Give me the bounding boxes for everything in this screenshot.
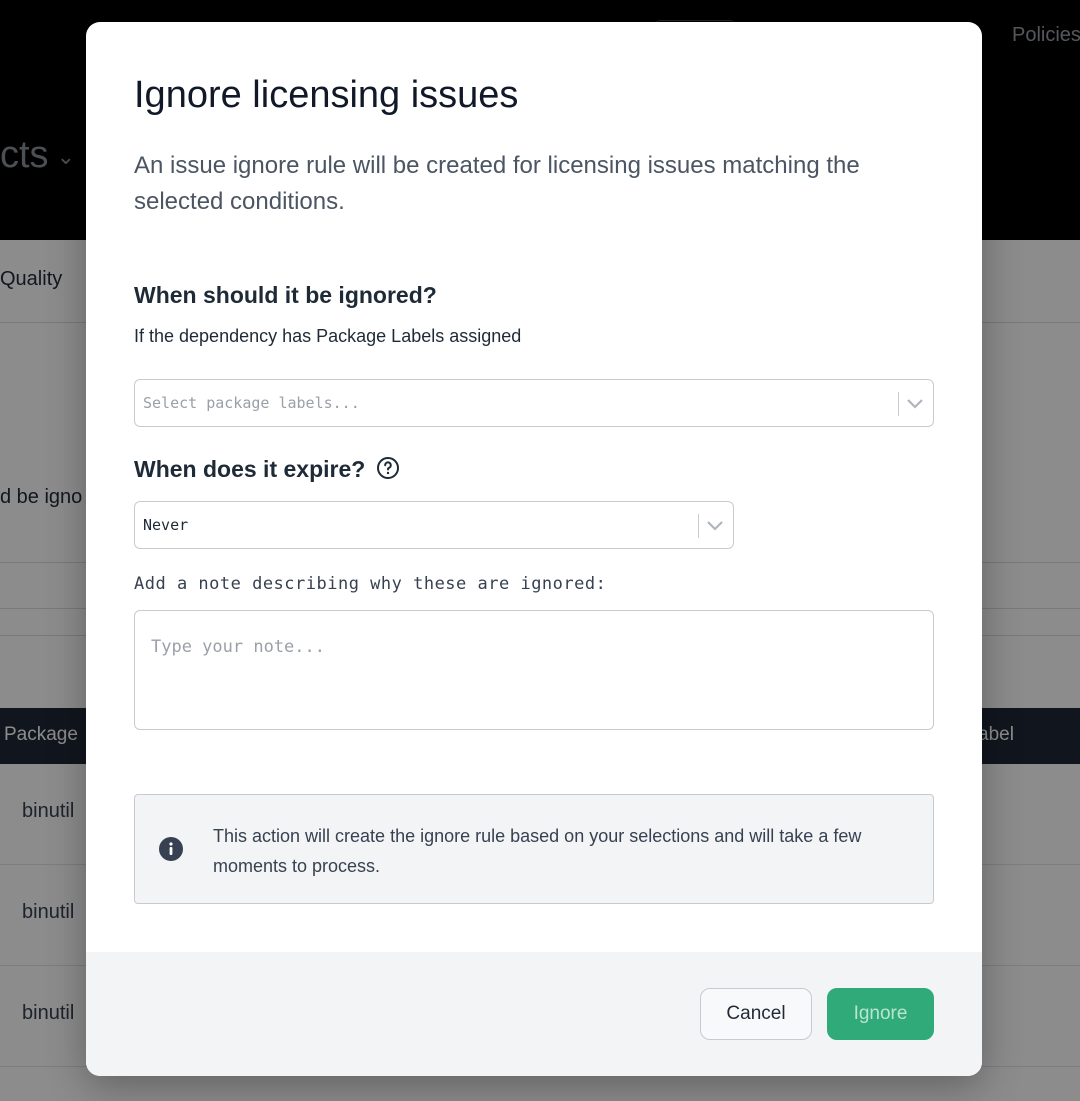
info-text: This action will create the ignore rule … bbox=[213, 826, 862, 876]
expiry-value: Never bbox=[143, 516, 189, 534]
chevron-down-icon[interactable] bbox=[905, 395, 925, 413]
info-circle-icon bbox=[159, 837, 183, 861]
info-callout: This action will create the ignore rule … bbox=[134, 794, 934, 904]
ignore-button[interactable]: Ignore bbox=[827, 988, 934, 1040]
page: Policies cts ⌄ Quality d be igno Package … bbox=[0, 0, 1080, 1101]
question-circle-icon[interactable] bbox=[376, 456, 400, 480]
expire-heading: When does it expire? bbox=[134, 456, 400, 483]
note-label: Add a note describing why these are igno… bbox=[134, 574, 607, 594]
dialog-description: An issue ignore rule will be created for… bbox=[134, 152, 860, 215]
expiry-select[interactable]: Never bbox=[134, 501, 734, 549]
dialog-footer: Cancel Ignore bbox=[86, 952, 982, 1076]
chevron-down-icon[interactable] bbox=[705, 517, 725, 535]
when-ignored-heading: When should it be ignored? bbox=[134, 282, 437, 308]
select-separator bbox=[898, 392, 899, 416]
package-labels-label: If the dependency has Package Labels ass… bbox=[134, 326, 522, 346]
cancel-button[interactable]: Cancel bbox=[700, 988, 812, 1040]
ignore-licensing-dialog: Ignore licensing issues An issue ignore … bbox=[86, 22, 982, 1076]
package-labels-select[interactable]: Select package labels... bbox=[134, 379, 934, 427]
dialog-title: Ignore licensing issues bbox=[134, 74, 519, 116]
expire-heading-text: When does it expire? bbox=[134, 456, 366, 482]
note-textarea[interactable] bbox=[134, 610, 934, 730]
select-separator bbox=[698, 514, 699, 538]
package-labels-placeholder: Select package labels... bbox=[143, 394, 360, 412]
